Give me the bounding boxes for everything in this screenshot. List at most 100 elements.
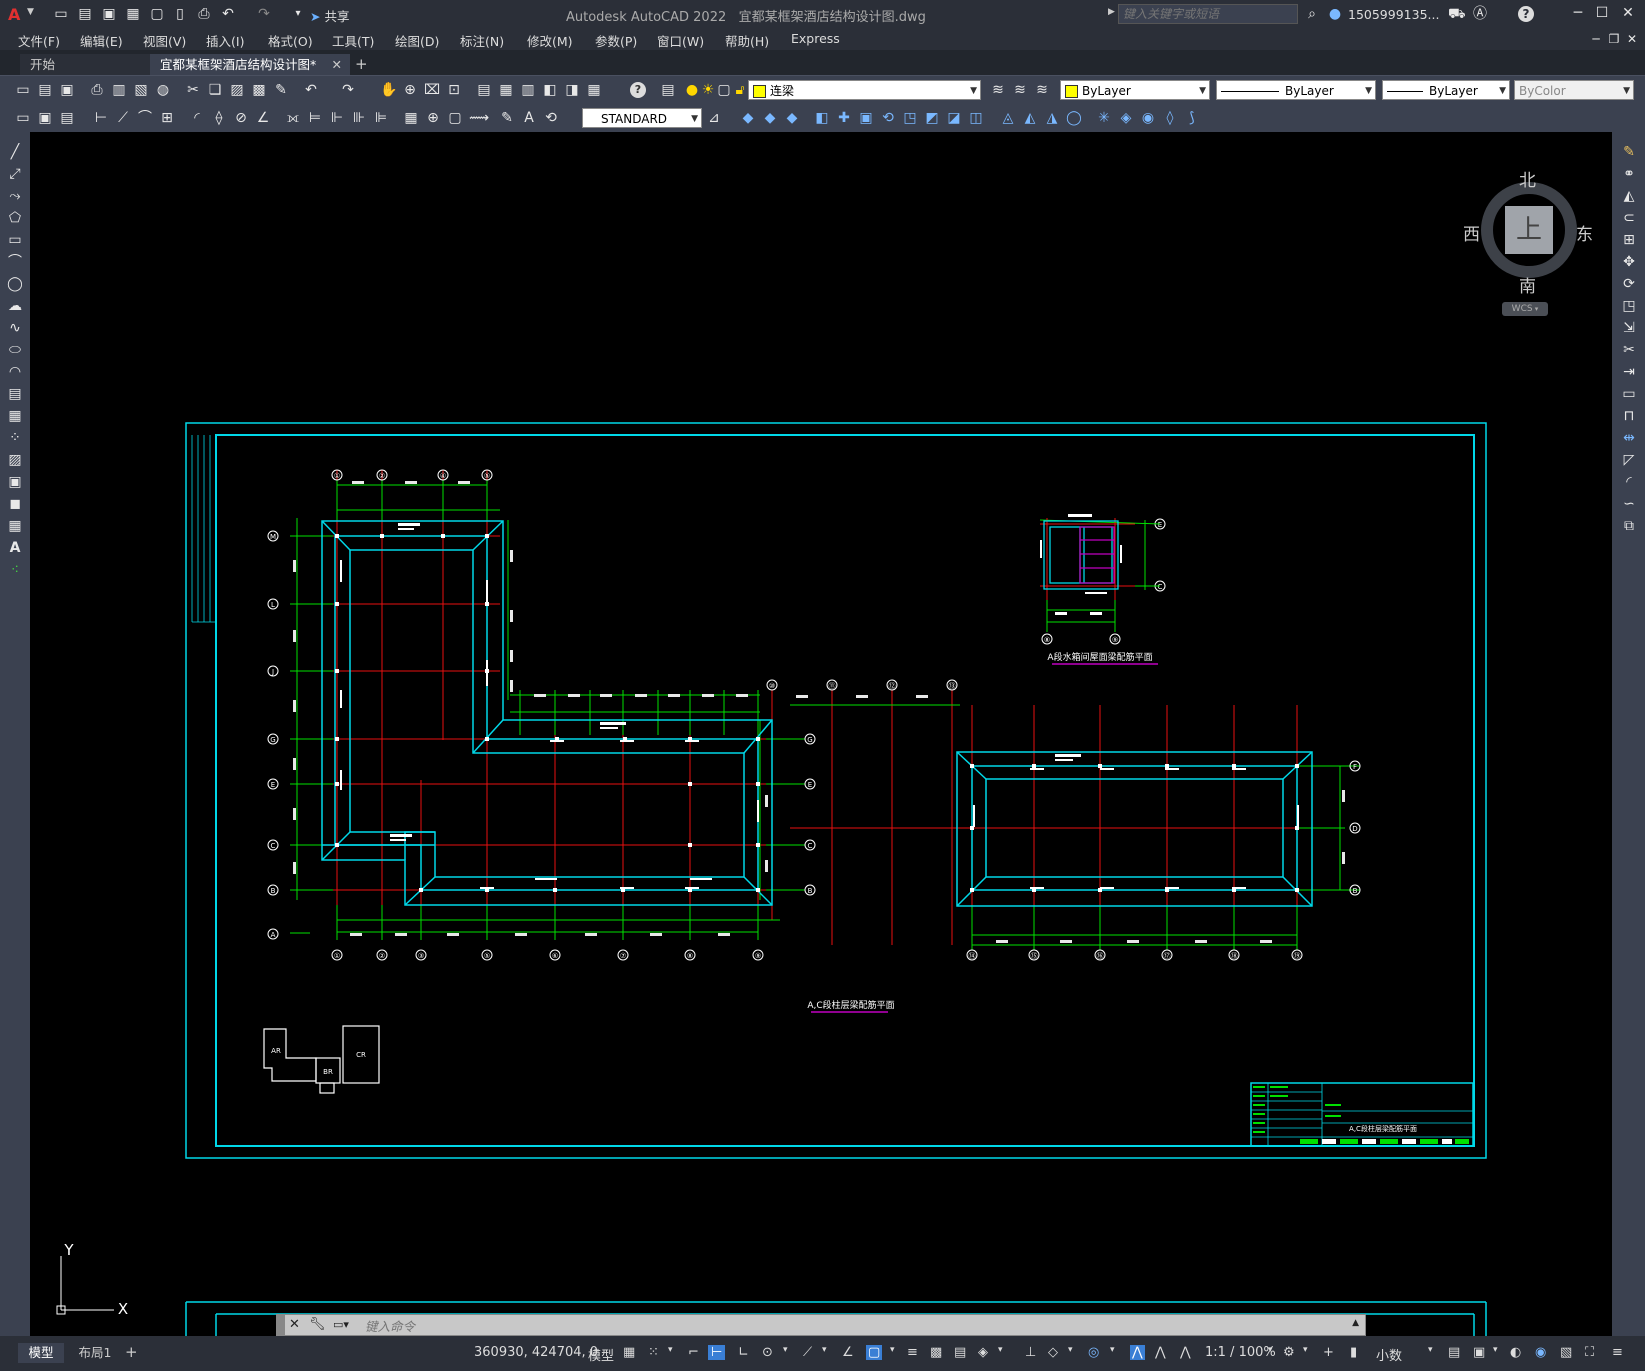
search-icon[interactable]: ⌕	[1304, 6, 1320, 22]
construction-line-icon[interactable]: ⤢	[7, 166, 23, 182]
color-dropdown[interactable]: ByLayer ▼	[1060, 80, 1210, 100]
customize-icon[interactable]: ▾	[290, 6, 306, 22]
polygon-icon[interactable]: ⬠	[7, 210, 23, 226]
dim-arc-icon[interactable]: ⌒	[137, 110, 153, 126]
chevron-down-icon[interactable]: ▾	[1428, 1345, 1433, 1355]
explode-side-icon[interactable]: ⧉	[1621, 518, 1637, 534]
wrench-icon[interactable]: 🔧︎	[309, 1317, 326, 1332]
plot-icon[interactable]: ⎙	[196, 6, 212, 22]
isolate-icon[interactable]: ▮	[1350, 1345, 1357, 1360]
move-side-icon[interactable]: ✥	[1621, 254, 1637, 270]
command-close-icon[interactable]: ✕	[289, 1317, 300, 1332]
grid-icon[interactable]: ▦	[623, 1345, 635, 1360]
offset-icon[interactable]: ◧	[814, 110, 830, 126]
viewcube[interactable]: 上 北 南 东 西	[1463, 166, 1593, 297]
cut-icon[interactable]: ✂	[185, 82, 201, 98]
new-icon[interactable]: ▭	[53, 6, 69, 22]
lock-ui-icon[interactable]: ▣	[1473, 1345, 1485, 1360]
hardware-accel-icon[interactable]: ▧	[1560, 1345, 1572, 1360]
zoom-window-icon[interactable]: ⌧	[424, 82, 440, 98]
stretch-side-icon[interactable]: ⇲	[1621, 320, 1637, 336]
extend-side-icon[interactable]: ⇥	[1621, 364, 1637, 380]
transparency-icon[interactable]: ▩	[930, 1345, 942, 1360]
insert-block-icon[interactable]: ▤	[7, 386, 23, 402]
qselect-icon[interactable]: ▭	[15, 110, 31, 126]
dim-diameter-icon[interactable]: ⊘	[233, 110, 249, 126]
command-history-icon[interactable]: ▭▾	[333, 1318, 349, 1331]
polar-icon[interactable]: ⊙	[762, 1345, 773, 1360]
save-icon[interactable]: ▣	[101, 6, 117, 22]
model-space-toggle[interactable]: 模型	[588, 1345, 614, 1364]
snap-icon[interactable]: ⁙	[648, 1345, 659, 1360]
dim-ordinate-icon[interactable]: ⊞	[159, 110, 175, 126]
dim-update-icon[interactable]: ⟲	[543, 110, 559, 126]
units-value[interactable]: 小数	[1376, 1345, 1402, 1364]
join-side-icon[interactable]: ⇹	[1621, 430, 1637, 446]
copy-side-icon[interactable]: ⚭	[1621, 166, 1637, 182]
tab-close-icon[interactable]: ✕	[332, 54, 342, 75]
dim-jogged-icon[interactable]: ⟠	[211, 110, 227, 126]
chevron-down-icon[interactable]: ▾	[1068, 1345, 1073, 1355]
menu-parametric[interactable]: 参数(P)	[595, 31, 637, 50]
make-block-icon[interactable]: ▦	[7, 408, 23, 424]
osnap-track-icon[interactable]: ⟋	[803, 1345, 812, 1360]
drawing-canvas[interactable]: ① ② ④ ⑤ ⑩ ⑪ ⑫ ⑬ ① ② ③ ⑤ ⑥ ⑦ ⑧ ⑨ ⑭ ⑮ ⑯ ⑰ …	[30, 132, 1612, 1336]
chamfer-icon[interactable]: ◮	[1044, 110, 1060, 126]
user-name[interactable]: 1505999135...	[1348, 7, 1439, 22]
stretch-icon[interactable]: ◩	[924, 110, 940, 126]
viewcube-west[interactable]: 西	[1463, 220, 1480, 245]
viewcube-north[interactable]: 北	[1519, 166, 1536, 191]
chevron-down-icon[interactable]: ▾	[1493, 1345, 1498, 1355]
lineweight-icon[interactable]: ≡	[907, 1345, 918, 1360]
autodesk-a360-icon[interactable]: Ⓐ	[1472, 6, 1488, 22]
open-icon[interactable]: ▤	[77, 6, 93, 22]
offset-side-icon[interactable]: ⊂	[1621, 210, 1637, 226]
array-icon[interactable]: ✚	[836, 110, 852, 126]
edit-polyline-icon[interactable]: ◊	[1162, 110, 1178, 126]
annotation-visibility-icon[interactable]: ⋀	[1130, 1345, 1145, 1360]
print-icon[interactable]: ⎙	[89, 82, 105, 98]
table-icon[interactable]: ▦	[7, 518, 23, 534]
selection-filter-icon[interactable]: ◇	[1048, 1345, 1058, 1360]
hatch-icon[interactable]: ▨	[7, 452, 23, 468]
open-web-icon[interactable]: ▢	[149, 6, 165, 22]
brush-icon[interactable]: ✎	[273, 82, 289, 98]
calculator-icon[interactable]: ▦	[586, 82, 602, 98]
chevron-down-icon[interactable]: ▾	[890, 1345, 895, 1355]
erase-icon[interactable]: ◆	[740, 110, 756, 126]
viewcube-south[interactable]: 南	[1519, 272, 1536, 297]
drawing-svg[interactable]: ① ② ④ ⑤ ⑩ ⑪ ⑫ ⑬ ① ② ③ ⑤ ⑥ ⑦ ⑧ ⑨ ⑭ ⑮ ⑯ ⑰ …	[30, 132, 1612, 1336]
center-mark-icon[interactable]: ⊕	[425, 110, 441, 126]
chevron-down-icon[interactable]: ▾	[1110, 1345, 1115, 1355]
scale-icon[interactable]: ◳	[902, 110, 918, 126]
chevron-down-icon[interactable]: ▾	[998, 1345, 1003, 1355]
tool-palettes-icon[interactable]: ▥	[520, 82, 536, 98]
chamfer-side-icon[interactable]: ◸	[1621, 452, 1637, 468]
ellipse-icon[interactable]: ⬭	[7, 342, 23, 358]
viewcube-top-face[interactable]: 上	[1505, 206, 1553, 254]
close-icon[interactable]: ✕	[1620, 5, 1636, 21]
region-icon[interactable]: ◼	[7, 496, 23, 512]
trim-side-icon[interactable]: ✂	[1621, 342, 1637, 358]
dim-aligned-icon[interactable]: ⟋	[115, 110, 131, 126]
tolerance-icon[interactable]: ▦	[403, 110, 419, 126]
break-icon[interactable]: ◬	[1000, 110, 1016, 126]
mirror-icon[interactable]: ◆	[784, 110, 800, 126]
menu-dimension[interactable]: 标注(N)	[460, 31, 504, 50]
fillet-side-icon[interactable]: ◜	[1621, 474, 1637, 490]
chevron-down-icon[interactable]: ▾	[822, 1345, 827, 1355]
isolate-objects-icon[interactable]: ◐	[1510, 1345, 1521, 1360]
osnap-icon[interactable]: ▢	[866, 1345, 883, 1360]
open-file-icon[interactable]: ▤	[37, 82, 53, 98]
undo-tb-icon[interactable]: ↶	[303, 82, 319, 98]
blend-side-icon[interactable]: ∽	[1621, 496, 1637, 512]
pan-icon[interactable]: ✋	[380, 82, 397, 98]
layer-lock-icon[interactable]: 🔓︎	[732, 82, 748, 98]
mirror-side-icon[interactable]: ◭	[1621, 188, 1637, 204]
markup-icon[interactable]: ◨	[564, 82, 580, 98]
dim-space-icon[interactable]: ⊪	[351, 110, 367, 126]
save-file-icon[interactable]: ▣	[59, 82, 75, 98]
ortho-icon[interactable]: ∟	[738, 1345, 749, 1360]
dim-angular-icon[interactable]: ∠	[255, 110, 271, 126]
menu-format[interactable]: 格式(O)	[268, 31, 313, 50]
